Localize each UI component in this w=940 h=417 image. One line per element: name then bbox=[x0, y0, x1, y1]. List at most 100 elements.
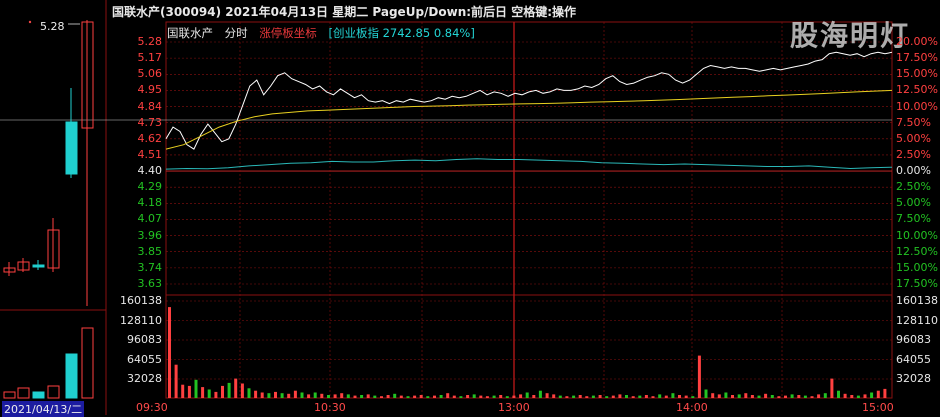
volume-bar bbox=[850, 395, 854, 398]
volume-bar bbox=[227, 382, 231, 398]
volume-bar bbox=[313, 392, 317, 398]
volume-bar bbox=[466, 395, 470, 398]
percent-tick-label: 15.00% bbox=[896, 260, 938, 274]
volume-bar bbox=[419, 395, 423, 398]
volume-bar bbox=[194, 379, 198, 398]
volume-bar bbox=[307, 394, 311, 398]
volume-bar bbox=[830, 378, 834, 398]
volume-bar bbox=[744, 393, 748, 398]
legend-stock-name: 国联水产 bbox=[167, 26, 213, 40]
price-tick-label: 4.73 bbox=[137, 115, 163, 129]
volume-bar bbox=[499, 395, 503, 398]
legend-tab-timeshare[interactable]: 分时 bbox=[225, 26, 248, 40]
volume-bar bbox=[790, 394, 794, 398]
volume-bar bbox=[591, 395, 595, 398]
volume-tick-label: 160138 bbox=[120, 294, 162, 307]
volume-tick-label: 64055 bbox=[896, 352, 931, 366]
daily-volume-bar bbox=[65, 353, 78, 399]
percent-tick-label: 2.50% bbox=[896, 180, 931, 194]
volume-bar bbox=[353, 395, 357, 398]
volume-bar bbox=[611, 395, 615, 398]
volume-bar bbox=[717, 394, 721, 398]
daily-candle-body bbox=[65, 121, 78, 175]
volume-bar bbox=[452, 395, 456, 398]
watermark-logo: 股海明灯 bbox=[790, 19, 911, 52]
volume-bar bbox=[671, 393, 675, 398]
volume-bar bbox=[704, 389, 708, 398]
price-tick-label: 4.95 bbox=[137, 83, 163, 97]
percent-tick-label: 17.50% bbox=[896, 51, 938, 65]
daily-volume-bar bbox=[32, 391, 45, 399]
volume-bar bbox=[406, 396, 410, 398]
percent-tick-label: 10.00% bbox=[896, 99, 938, 113]
volume-bar bbox=[618, 394, 622, 398]
volume-bar bbox=[605, 396, 609, 398]
daily-candle-body bbox=[32, 264, 45, 268]
volume-bar bbox=[770, 395, 774, 398]
volume-bar bbox=[505, 396, 509, 398]
percent-tick-label: 15.00% bbox=[896, 67, 938, 81]
volume-bar bbox=[538, 390, 542, 398]
volume-bar bbox=[260, 392, 264, 398]
volume-tick-label: 96083 bbox=[127, 333, 162, 346]
volume-bar bbox=[757, 395, 761, 398]
price-tick-label: 3.96 bbox=[137, 228, 163, 242]
volume-tick-label: 96083 bbox=[896, 333, 931, 346]
mini-chart-price-label: 5.28 bbox=[40, 20, 65, 33]
volume-bar bbox=[221, 385, 224, 398]
volume-bar bbox=[883, 388, 887, 398]
price-tick-label: 5.17 bbox=[137, 51, 163, 65]
volume-bar bbox=[386, 395, 390, 398]
legend-axis-mode[interactable]: 涨停板坐标 bbox=[259, 26, 317, 40]
price-tick-label: 4.62 bbox=[137, 131, 163, 145]
volume-bar bbox=[433, 395, 436, 398]
volume-bar bbox=[174, 364, 178, 398]
percent-tick-label: 17.50% bbox=[896, 277, 938, 290]
time-tick-label: 09:30 bbox=[136, 401, 168, 414]
percent-tick-label: 7.50% bbox=[896, 115, 931, 129]
volume-bar bbox=[287, 393, 291, 398]
volume-bar bbox=[512, 395, 516, 398]
volume-bar bbox=[399, 395, 403, 398]
volume-bar bbox=[658, 394, 662, 398]
volume-bar bbox=[380, 396, 383, 398]
volume-bar bbox=[519, 394, 523, 398]
mini-daily-chart bbox=[3, 20, 94, 399]
price-tick-label: 3.74 bbox=[137, 260, 163, 274]
volume-bar bbox=[817, 394, 821, 398]
price-tick-label: 4.29 bbox=[137, 180, 163, 194]
price-tick-label: 4.07 bbox=[137, 212, 163, 226]
volume-bar bbox=[737, 394, 741, 398]
chart-legend: 国联水产 分时 涨停板坐标 [创业板指 2742.85 0.84%] bbox=[167, 25, 483, 41]
volume-bar bbox=[293, 390, 297, 398]
daily-volume-bar bbox=[81, 327, 94, 399]
volume-bar bbox=[837, 390, 840, 398]
volume-bar bbox=[843, 393, 847, 398]
volume-bar bbox=[254, 390, 258, 398]
volume-bar bbox=[697, 355, 701, 398]
chart-title: 国联水产(300094) 2021年04月13日 星期二 PageUp/Down… bbox=[112, 5, 577, 19]
price-tick-label: 3.85 bbox=[137, 244, 163, 258]
volume-bar bbox=[664, 395, 668, 398]
volume-tick-label: 32028 bbox=[127, 372, 162, 385]
percent-tick-label: 12.50% bbox=[896, 83, 938, 97]
volume-bar bbox=[863, 394, 867, 398]
volume-bar bbox=[532, 395, 536, 398]
volume-bar bbox=[181, 384, 185, 398]
price-tick-label: 5.28 bbox=[137, 35, 163, 48]
volume-bar bbox=[585, 396, 589, 398]
volume-bar bbox=[625, 395, 628, 398]
volume-bar bbox=[777, 396, 781, 398]
volume-bar bbox=[393, 393, 397, 398]
volume-bar bbox=[810, 396, 814, 398]
volume-bar bbox=[784, 395, 787, 398]
volume-bar bbox=[631, 396, 635, 398]
volume-bar bbox=[492, 395, 496, 398]
daily-volume-bar bbox=[47, 385, 60, 399]
percent-tick-label: 0.00% bbox=[896, 164, 931, 178]
volume-bar bbox=[439, 395, 443, 398]
price-tick-label: 4.40 bbox=[137, 164, 163, 178]
price-tick-label: 4.51 bbox=[137, 147, 163, 161]
percent-tick-label: 2.50% bbox=[896, 147, 931, 161]
volume-bar bbox=[280, 393, 284, 398]
